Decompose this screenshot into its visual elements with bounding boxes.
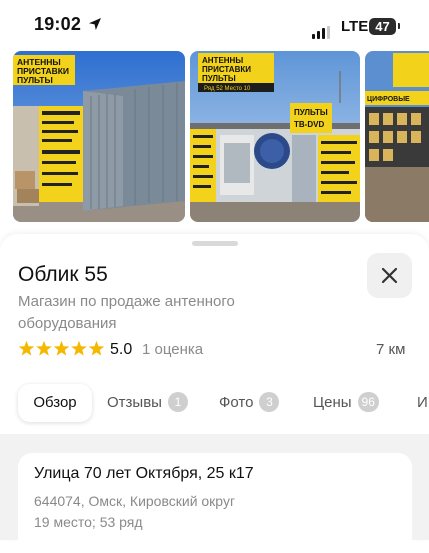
sheet-grabber[interactable]: [192, 241, 238, 246]
photo-2-tv-sign: TB-DVD: [294, 120, 324, 129]
star-icon: [18, 340, 35, 356]
tab-reviews[interactable]: Отзывы 1: [107, 384, 188, 422]
status-bar: 19:02 LTE 47: [0, 0, 429, 50]
photo-2-row-sign: Ряд 52 Место 10: [204, 86, 251, 92]
tab-reviews-label: Отзывы: [107, 394, 162, 411]
tab-prices[interactable]: Цены 96: [313, 384, 379, 422]
tab-overview[interactable]: Обзор: [18, 384, 92, 422]
tab-photos[interactable]: Фото 3: [219, 384, 280, 422]
address-place: 19 место; 53 ряд: [34, 514, 143, 530]
tab-prices-count: 96: [357, 392, 379, 413]
place-title: Облик 55: [18, 263, 108, 286]
star-icon: [88, 340, 105, 356]
tab-more[interactable]: И: [417, 384, 428, 422]
star-icon: [71, 340, 87, 356]
photo-3-sign-top: ЦИФРОВЫЕ: [367, 96, 410, 103]
photo-2[interactable]: АНТЕННЫ ПРИСТАВКИ ПУЛЬТЫ Ряд 52 Место 10…: [190, 51, 360, 222]
avito-logo-text: Avito: [355, 504, 402, 525]
photo-2-sign-top: АНТЕННЫ: [202, 56, 243, 65]
tab-prices-label: Цены: [313, 394, 352, 411]
rating-value: 5.0: [110, 341, 133, 358]
star-icon: [36, 340, 52, 356]
distance: 7 км: [376, 341, 406, 358]
photo-2-sign-bot: ПУЛЬТЫ: [202, 74, 236, 83]
place-card-sheet: Облик 55 Магазин по продаже антенного об…: [0, 234, 429, 553]
tab-photos-count: 3: [259, 392, 280, 413]
address-city: 644074, Омск, Кировский округ: [34, 493, 236, 509]
address-street: Улица 70 лет Октября, 25 к17: [34, 465, 254, 482]
tab-photos-label: Фото: [219, 394, 254, 411]
photo-3-image: ЦИФРОВЫЕ: [365, 51, 429, 222]
tab-overview-label: Обзор: [33, 394, 77, 411]
photo-2-remote-sign: ПУЛЬТЫ: [294, 108, 328, 117]
place-category: Магазин по продаже антенного оборудовани…: [18, 293, 235, 332]
photo-2-image: АНТЕННЫ ПРИСТАВКИ ПУЛЬТЫ Ряд 52 Место 10…: [190, 51, 360, 222]
tab-more-label: И: [417, 394, 428, 411]
photo-3[interactable]: ЦИФРОВЫЕ: [365, 51, 429, 222]
location-arrow-icon: [89, 18, 101, 30]
status-time: 19:02: [34, 14, 82, 34]
star-icon: [53, 340, 70, 356]
network-type: LTE: [341, 18, 369, 35]
reviews-count[interactable]: 1 оценка: [142, 341, 203, 358]
tab-reviews-count: 1: [167, 392, 188, 413]
tab-bar: Обзор Отзывы 1 Фото 3 Цены 96 И: [0, 380, 429, 426]
photo-1-image: АНТЕННЫ ПРИСТАВКИ ПУЛЬТЫ: [13, 51, 185, 222]
rating-stars: [18, 340, 105, 356]
cell-signal-icon: [312, 21, 332, 39]
close-icon: [381, 267, 398, 284]
photo-carousel[interactable]: АНТЕННЫ ПРИСТАВКИ ПУЛЬТЫ АНТЕННЫ ПРИСТАВ…: [0, 50, 429, 222]
avito-watermark: Avito: [324, 501, 420, 529]
photo-1[interactable]: АНТЕННЫ ПРИСТАВКИ ПУЛЬТЫ: [13, 51, 185, 222]
battery-tip: [398, 23, 400, 29]
close-button[interactable]: [367, 253, 412, 298]
photo-2-sign-mid: ПРИСТАВКИ: [202, 65, 251, 74]
photo-1-sign-bot: ПУЛЬТЫ: [17, 75, 53, 85]
battery-icon: 47: [369, 18, 396, 35]
